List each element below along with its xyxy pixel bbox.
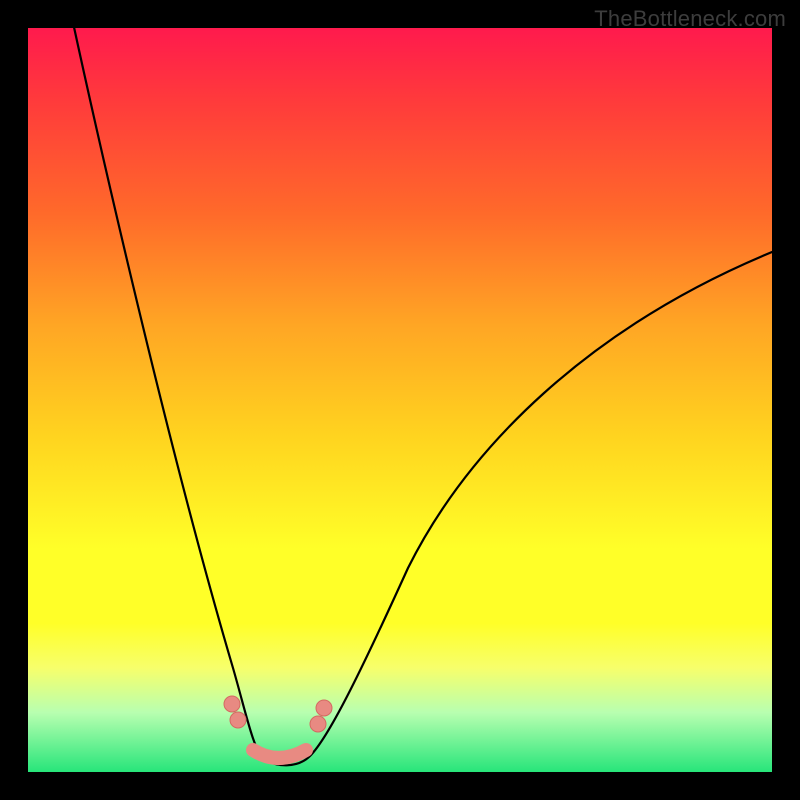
series-marker: [224, 696, 240, 712]
watermark-text: TheBottleneck.com: [594, 6, 786, 32]
marker-cluster-bottom: [253, 750, 306, 758]
chart-svg: [28, 28, 772, 772]
series-marker: [230, 712, 246, 728]
series-marker: [310, 716, 326, 732]
bottleneck-curve: [72, 18, 772, 765]
chart-plot-area: [28, 28, 772, 772]
series-marker: [316, 700, 332, 716]
